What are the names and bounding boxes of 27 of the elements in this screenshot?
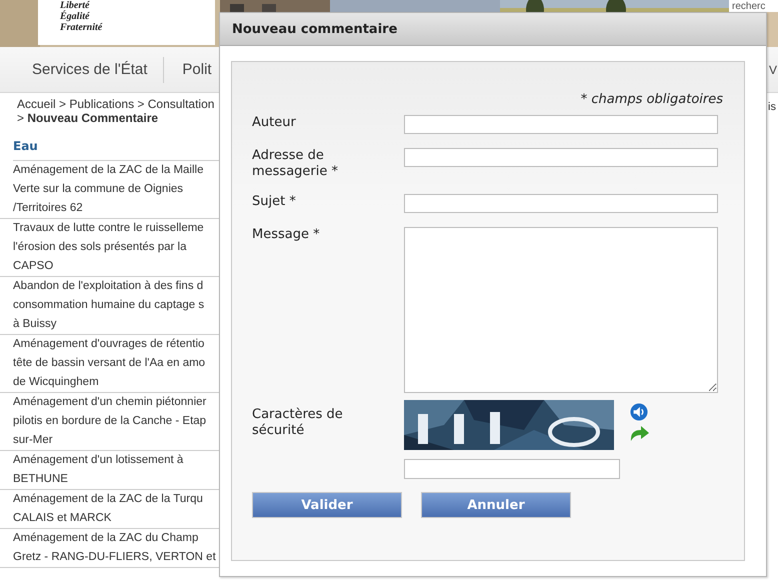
breadcrumb: > Nouveau Commentaire	[17, 111, 160, 125]
field-label: Sujet *	[252, 194, 297, 210]
input-field[interactable]	[404, 194, 718, 213]
dialog-button[interactable]: Valider	[252, 492, 402, 518]
section-heading: Eau	[13, 139, 219, 161]
field-label: Message *	[252, 227, 321, 243]
nav-link[interactable]: V	[769, 62, 778, 76]
speaker-icon[interactable]	[628, 403, 650, 421]
motto-text: Liberté	[60, 0, 91, 11]
field-label: Auteur	[252, 115, 297, 131]
required-note: * champs obligatoires	[580, 92, 723, 107]
message-field[interactable]	[404, 227, 718, 393]
nav-link[interactable]: Services de l'État	[32, 61, 148, 78]
body-text: is	[768, 101, 776, 113]
field-label: Adresse de messagerie *	[252, 148, 340, 180]
refresh-icon[interactable]	[628, 425, 650, 443]
nav-link[interactable]: Polit	[182, 61, 212, 78]
field-label: Caractères de sécurité	[252, 407, 344, 439]
input-field[interactable]	[404, 459, 620, 479]
motto-text: Fraternité	[60, 22, 104, 33]
motto-text: Égalité	[60, 11, 91, 22]
dialog-button[interactable]: Annuler	[421, 492, 571, 518]
input-field[interactable]	[404, 115, 718, 134]
search-field[interactable]: recherc	[729, 0, 778, 12]
breadcrumb: Accueil > Publications > Consultation	[17, 97, 216, 111]
dialog-title: Nouveau commentaire	[220, 13, 766, 46]
input-field[interactable]	[404, 148, 718, 167]
